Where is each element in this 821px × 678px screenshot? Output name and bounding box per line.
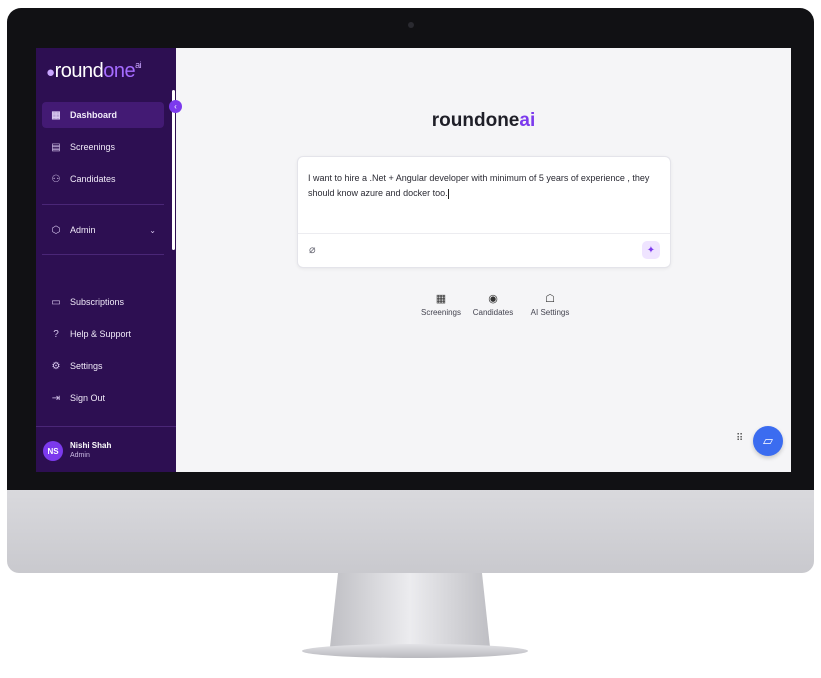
- sidebar-item-label: Screenings: [70, 142, 116, 152]
- logo-text-round: round: [54, 60, 104, 82]
- document-icon: ▤: [51, 141, 61, 153]
- brand-accent: ai: [519, 110, 536, 131]
- shield-icon: ⬡: [51, 224, 61, 236]
- prompt-input[interactable]: I want to hire a .Net + Angular develope…: [308, 171, 658, 201]
- sidebar-item-label: Candidates: [70, 174, 116, 184]
- users-icon: ⚇: [51, 173, 61, 185]
- monitor-base: [302, 644, 528, 658]
- paperclip-icon[interactable]: ⌀: [309, 243, 316, 256]
- page-title: roundoneai: [176, 110, 791, 132]
- sidebar-item-help-support[interactable]: ? Help & Support: [42, 321, 164, 347]
- prompt-card: I want to hire a .Net + Angular develope…: [297, 156, 671, 268]
- sidebar-divider: [42, 254, 164, 255]
- camera-dot: [408, 22, 414, 28]
- chat-icon: ▱: [763, 433, 773, 448]
- logo-text-one: one: [103, 60, 136, 82]
- text-caret: [447, 188, 449, 199]
- sidebar-item-label: Subscriptions: [70, 297, 125, 307]
- monitor-chin: [7, 490, 814, 573]
- sidebar: ●roundoneai ▦ Dashboard ▤ Screenings ⚇ C…: [36, 48, 176, 472]
- app-screen: ●roundoneai ▦ Dashboard ▤ Screenings ⚇ C…: [36, 48, 791, 472]
- help-icon: ?: [53, 328, 59, 340]
- sparkle-submit-button[interactable]: ✦: [642, 241, 660, 259]
- sidebar-item-label: Admin: [70, 225, 96, 235]
- user-profile[interactable]: NS Nishi Shah Admin: [36, 426, 176, 472]
- sidebar-item-label: Help & Support: [70, 329, 132, 339]
- card-icon: ▭: [51, 296, 61, 308]
- sidebar-item-label: Dashboard: [70, 110, 118, 120]
- user-name: Nishi Shah: [70, 441, 112, 450]
- sidebar-item-admin[interactable]: ⬡ Admin ⌄: [42, 217, 164, 243]
- monitor-stand: [330, 573, 490, 647]
- app-logo[interactable]: ●roundoneai: [46, 60, 142, 83]
- main-content: roundoneai I want to hire a .Net + Angul…: [176, 48, 791, 472]
- sidebar-scrollbar[interactable]: [172, 90, 175, 250]
- sidebar-item-label: Settings: [70, 361, 103, 371]
- prompt-input-text: I want to hire a .Net + Angular develope…: [308, 173, 650, 198]
- sidebar-divider: [42, 204, 164, 205]
- sidebar-item-subscriptions[interactable]: ▭ Subscriptions: [42, 289, 164, 315]
- sidebar-item-settings[interactable]: ⚙ Settings: [42, 353, 164, 379]
- chevron-down-icon: ⌄: [149, 225, 156, 235]
- sign-out-icon: ⇥: [51, 392, 61, 404]
- user-role: Admin: [70, 452, 90, 459]
- robot-icon: ☖: [545, 293, 555, 305]
- sidebar-item-candidates[interactable]: ⚇ Candidates: [42, 166, 164, 192]
- dashboard-grid-icon: ▦: [51, 109, 61, 121]
- sidebar-item-label: Sign Out: [70, 393, 106, 403]
- logo-person-icon: ●: [46, 64, 55, 81]
- logo-text-ai: ai: [135, 60, 142, 70]
- card-divider: [298, 233, 670, 234]
- quick-link-label: AI Settings: [530, 308, 570, 317]
- sidebar-item-screenings[interactable]: ▤ Screenings: [42, 134, 164, 160]
- drag-handle-icon[interactable]: ⠿: [736, 433, 743, 444]
- brand-primary: roundone: [431, 110, 520, 131]
- sidebar-item-sign-out[interactable]: ⇥ Sign Out: [42, 385, 164, 411]
- quick-link-ai-settings[interactable]: ☖ AI Settings: [515, 292, 585, 317]
- chat-button[interactable]: ▱: [753, 426, 783, 456]
- avatar: NS: [43, 441, 63, 461]
- sidebar-item-dashboard[interactable]: ▦ Dashboard: [42, 102, 164, 128]
- gear-icon: ⚙: [51, 360, 61, 372]
